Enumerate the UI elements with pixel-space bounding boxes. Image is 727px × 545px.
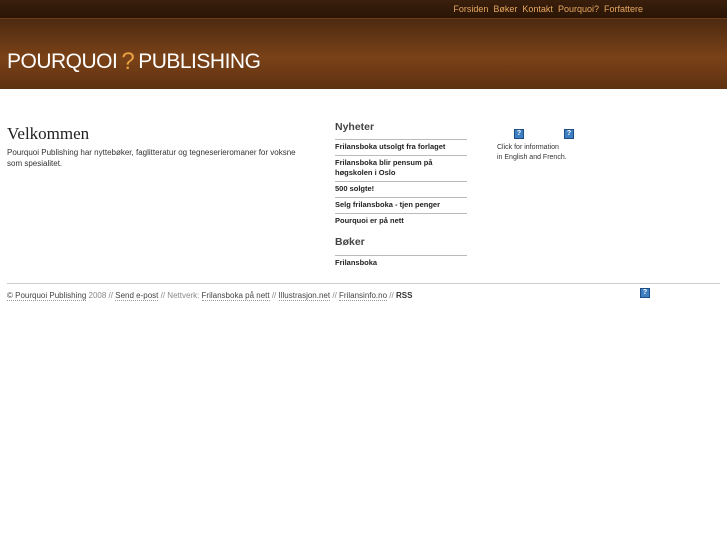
rss-link[interactable]: RSS (396, 291, 412, 300)
books-list: Frilansboka (335, 255, 467, 271)
network-link-frilansboka[interactable]: Frilansboka på nett (201, 291, 270, 301)
language-caption-line1: Click for information (497, 144, 559, 151)
footer-separator: // (389, 291, 394, 300)
network-link-illustrasjon[interactable]: Illustrasjon.net (278, 291, 331, 301)
news-item[interactable]: Frilansboka blir pensum på høgskolen i O… (335, 155, 467, 181)
nav-item-pourquoi[interactable]: Pourquoi? (558, 4, 599, 14)
news-list: Frilansboka utsolgt fra forlaget Frilans… (335, 139, 467, 229)
language-caption: Click for information in English and Fre… (497, 143, 567, 163)
footer-separator: // (160, 291, 166, 300)
nav-item-boker[interactable]: Bøker (493, 4, 517, 14)
nav-item-forsiden[interactable]: Forsiden (453, 4, 488, 14)
english-flag-icon[interactable]: ? (514, 129, 524, 139)
nav-item-forfattere[interactable]: Forfattere (604, 4, 643, 14)
news-item[interactable]: Frilansboka utsolgt fra forlaget (335, 139, 467, 155)
book-item[interactable]: Frilansboka (335, 255, 467, 271)
top-bar: Forsiden Bøker Kontakt Pourquoi? Forfatt… (0, 0, 727, 19)
send-email-link[interactable]: Send e-post (115, 291, 159, 301)
footer-divider (7, 283, 720, 284)
footer-year: 2008 (88, 291, 107, 300)
logo-question-mark: ? (121, 48, 135, 75)
copyright-link[interactable]: © Pourquoi Publishing (7, 291, 87, 301)
news-item[interactable]: Selg frilansboka - tjen penger (335, 197, 467, 213)
welcome-text: Pourquoi Publishing har nyttebøker, fagl… (7, 148, 296, 168)
books-heading: Bøker (335, 236, 365, 248)
news-item[interactable]: 500 solgte! (335, 181, 467, 197)
french-flag-icon[interactable]: ? (564, 129, 574, 139)
header-banner: POURQUOI? PUBLISHING (0, 19, 727, 89)
footer-flag-icon[interactable]: ? (640, 288, 650, 298)
network-label: Nettverk: (167, 291, 200, 300)
news-heading: Nyheter (335, 121, 375, 133)
logo-text-left: POURQUOI (7, 50, 118, 73)
main-navigation: Forsiden Bøker Kontakt Pourquoi? Forfatt… (453, 4, 643, 14)
language-caption-line2: in English and French. (497, 154, 567, 161)
news-item[interactable]: Pourquoi er på nett (335, 213, 467, 229)
logo-text-right: PUBLISHING (138, 50, 261, 73)
footer-separator: // (108, 291, 113, 300)
footer-separator: // (332, 291, 337, 300)
site-logo[interactable]: POURQUOI? PUBLISHING (7, 47, 261, 75)
network-link-frilansinfo[interactable]: Frilansinfo.no (339, 291, 388, 301)
nav-item-kontakt[interactable]: Kontakt (522, 4, 553, 14)
page-title: Velkommen (7, 124, 90, 143)
footer-separator: // (271, 291, 277, 300)
footer: © Pourquoi Publishing 2008 // Send e-pos… (7, 291, 412, 301)
